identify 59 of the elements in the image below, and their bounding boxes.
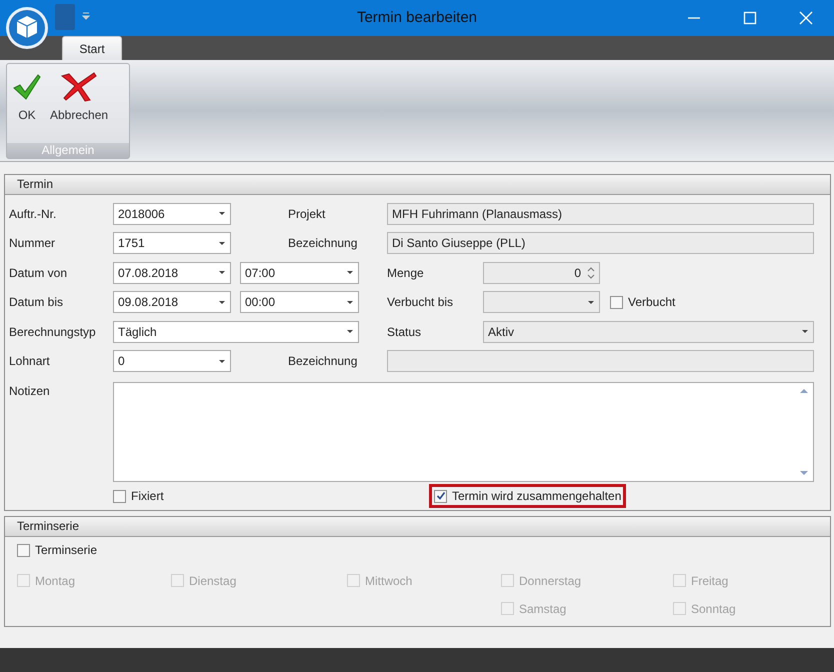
checkbox-label[interactable]: Termin wird zusammengehalten [452, 489, 622, 503]
wage-type-dropdown[interactable]: 0 [113, 350, 231, 372]
dropdown-arrow-icon[interactable] [346, 270, 354, 276]
field-label: Lohnart [9, 354, 51, 368]
project-field[interactable]: MFH Fuhrimann (Planausmass) [387, 202, 814, 225]
dropdown-arrow-icon[interactable] [218, 240, 226, 246]
dropdown-arrow-icon[interactable] [587, 300, 595, 305]
field-label: Menge [387, 266, 425, 280]
cross-icon [60, 72, 98, 102]
checkbox[interactable] [610, 296, 623, 309]
field-label: Bezeichnung [287, 236, 358, 250]
ok-button[interactable]: OK [9, 68, 45, 139]
dropdown-arrow-icon[interactable] [218, 358, 226, 364]
close-icon [799, 11, 813, 25]
section-header: Terminserie [5, 517, 830, 537]
field-label: Verbucht bis [387, 295, 454, 310]
checkmark-icon [12, 72, 42, 102]
date-dropdown[interactable]: 07.08.2018 [113, 262, 231, 284]
checkbox-label[interactable]: Terminserie [35, 543, 98, 557]
checkbox[interactable] [113, 490, 126, 502]
description-field[interactable]: Di Santo Giuseppe (PLL) [387, 232, 814, 254]
calculation-type-dropdown[interactable]: Täglich [113, 320, 359, 343]
field-label: Projekt [287, 206, 326, 221]
quantity-spinner[interactable]: 0 [483, 262, 600, 284]
field-label: Notizen [9, 384, 51, 398]
dropdown-arrow-icon[interactable] [346, 300, 354, 305]
ribbon-tab[interactable]: Start [62, 36, 122, 60]
field-label: Status [387, 324, 422, 339]
checkbox-label[interactable]: Verbucht [628, 295, 676, 310]
scrollbar-arrows-icon[interactable] [799, 386, 809, 478]
number-dropdown[interactable]: 1751 [113, 232, 231, 254]
field-label: Bezeichnung [287, 354, 358, 368]
order-number-dropdown[interactable]: 2018006 [113, 202, 231, 225]
group-label: Allgemein [7, 143, 129, 158]
window-title: Termin bearbeiten [356, 9, 478, 26]
dropdown-arrow-icon[interactable] [346, 329, 354, 334]
date-dropdown[interactable]: 09.08.2018 [113, 291, 231, 314]
time-dropdown[interactable]: 07:00 [240, 262, 359, 284]
description-field[interactable] [387, 350, 814, 372]
field-label: Berechnungstyp [9, 324, 97, 339]
dropdown-arrow-icon[interactable] [218, 270, 226, 276]
dropdown-arrow-icon[interactable] [801, 329, 809, 334]
time-dropdown[interactable]: 00:00 [240, 291, 359, 314]
spinner-arrows-icon[interactable] [587, 266, 595, 280]
notes-field[interactable] [113, 382, 814, 482]
status-dropdown[interactable]: Aktiv [483, 320, 814, 343]
cancel-button[interactable]: Abbrechen [47, 68, 112, 139]
field-label: Auftr.-Nr. [9, 206, 58, 221]
field-label: Nummer [9, 236, 56, 250]
checkbox[interactable] [434, 490, 447, 502]
field-label: Datum von [9, 266, 68, 280]
checkbox[interactable] [17, 544, 30, 556]
section-header: Termin [5, 175, 830, 195]
checkbox-label[interactable]: Fixiert [131, 489, 164, 503]
dropdown-arrow-icon[interactable] [218, 300, 226, 305]
field-label: Datum bis [9, 295, 64, 310]
maximize-icon [743, 11, 757, 25]
dropdown-arrow-icon[interactable] [218, 211, 226, 216]
customize-arrow-icon[interactable] [82, 12, 90, 20]
